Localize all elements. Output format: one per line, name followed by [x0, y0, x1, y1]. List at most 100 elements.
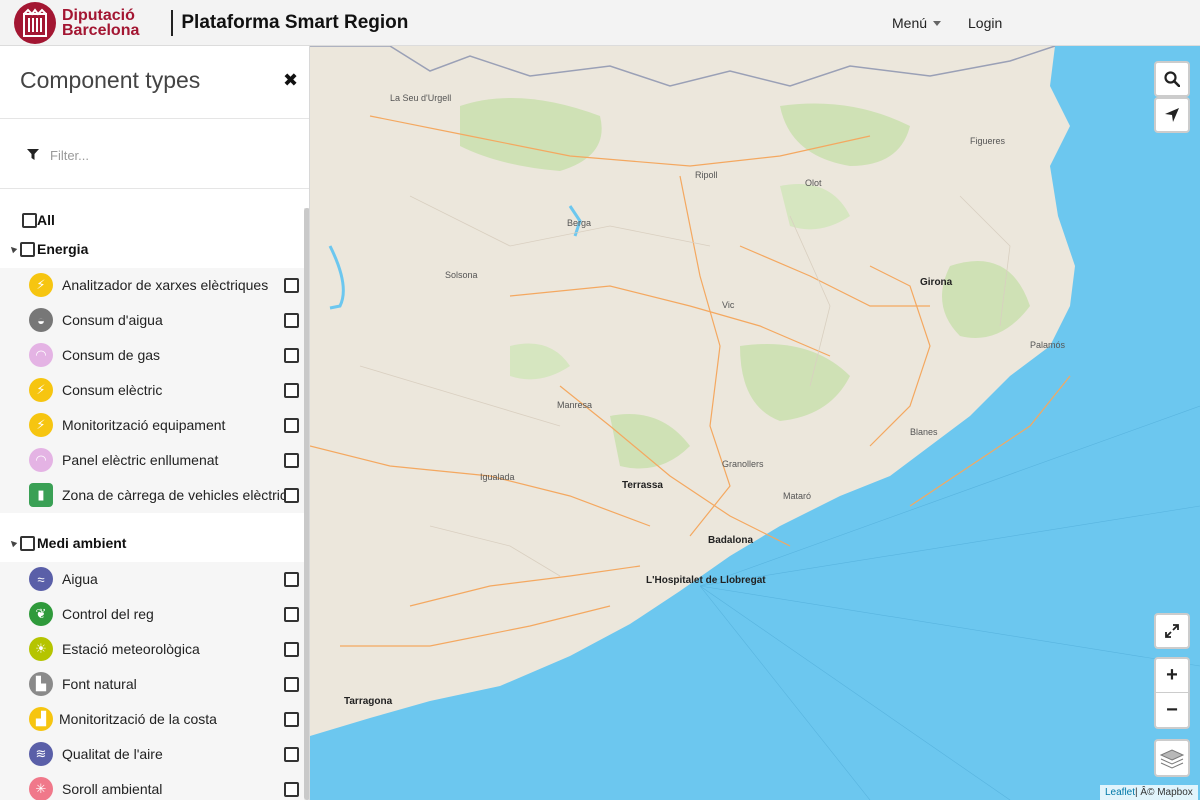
item-checkbox[interactable]	[284, 712, 299, 727]
all-label: All	[37, 212, 55, 228]
list-item[interactable]: ❦ Control del reg	[0, 597, 304, 632]
fountain-icon: ▙	[29, 672, 53, 696]
close-icon[interactable]: ✖	[283, 70, 298, 91]
leaflet-link[interactable]: Leaflet	[1105, 787, 1135, 798]
lightning-icon: ⚡	[29, 413, 53, 437]
layers-button[interactable]	[1154, 739, 1190, 777]
map-place-label: Mataró	[783, 491, 812, 501]
all-checkbox[interactable]	[22, 212, 37, 228]
diputacio-logo[interactable]: Diputació Barcelona	[14, 1, 140, 44]
map-place-label: Solsona	[445, 270, 478, 280]
sun-icon: ☀	[29, 637, 53, 661]
panel-header: Component types ✖	[0, 46, 309, 119]
map-attribution: Leaflet | Â© Mapbox	[1100, 785, 1198, 800]
lightning-icon: ⚡	[29, 273, 53, 297]
group-label: Medi ambient	[37, 535, 127, 551]
coast-icon: ▟	[29, 707, 53, 731]
zoom-out-button[interactable]: −	[1156, 693, 1188, 727]
expand-icon	[1165, 624, 1179, 638]
map-place-label: Tarragona	[344, 696, 393, 707]
item-checkbox[interactable]	[284, 747, 299, 762]
group-medi-ambient[interactable]: Medi ambient	[8, 535, 127, 551]
item-label: Panel elèctric enllumenat	[62, 452, 219, 468]
filter-icon	[27, 149, 39, 160]
menu-dropdown[interactable]: Menú	[892, 15, 942, 31]
map-place-label: Figueres	[970, 136, 1006, 146]
search-icon	[1164, 71, 1180, 87]
list-item[interactable]: ▮ Zona de càrrega de vehicles elèctrics	[0, 478, 304, 513]
map-canvas[interactable]: La Seu d'Urgell Ripoll Olot Figueres Gir…	[310, 46, 1200, 800]
group-label: Energia	[37, 241, 89, 257]
list-item[interactable]: ⚡ Consum elèctric	[0, 373, 304, 408]
group-checkbox[interactable]	[20, 241, 35, 257]
list-item[interactable]: ◒ Consum d'aigua	[0, 303, 304, 338]
logo-line-2: Barcelona	[62, 21, 140, 39]
noise-icon: ✳	[29, 777, 53, 800]
group-medi-ambient-items: ≈ Aigua ❦ Control del reg ☀ Estació mete…	[0, 562, 304, 800]
all-toggle-row[interactable]: All	[22, 212, 55, 228]
water-tap-icon: ◒	[29, 308, 53, 332]
list-item[interactable]: ◠ Consum de gas	[0, 338, 304, 373]
list-item[interactable]: ▙ Font natural	[0, 667, 304, 702]
item-label: Estació meteorològica	[62, 641, 200, 657]
collapse-triangle-icon[interactable]	[8, 244, 18, 254]
item-label: Soroll ambiental	[62, 781, 163, 797]
map-tiles	[310, 46, 1200, 800]
item-checkbox[interactable]	[284, 278, 299, 293]
filter-input[interactable]	[50, 145, 270, 165]
item-checkbox[interactable]	[284, 418, 299, 433]
item-checkbox[interactable]	[284, 488, 299, 503]
chevron-down-icon	[933, 20, 942, 26]
map-place-label: Palamós	[1030, 340, 1066, 350]
item-label: Zona de càrrega de vehicles elèctrics	[62, 487, 294, 503]
item-label: Monitorització de la costa	[59, 711, 217, 727]
map-place-label: Badalona	[708, 535, 754, 546]
list-item[interactable]: ▟ Monitorització de la costa	[0, 702, 304, 737]
collapse-triangle-icon[interactable]	[8, 538, 18, 548]
list-item[interactable]: ⚡ Analitzador de xarxes elèctriques	[0, 268, 304, 303]
charging-station-icon: ▮	[29, 483, 53, 507]
panel-title: Component types	[20, 67, 201, 93]
item-label: Monitorització equipament	[62, 417, 226, 433]
search-button[interactable]	[1154, 61, 1190, 97]
wifi-signal-icon: ◠	[29, 343, 53, 367]
item-label: Consum d'aigua	[62, 312, 163, 328]
list-item[interactable]: ≈ Aigua	[0, 562, 304, 597]
map-place-label: Ripoll	[695, 170, 718, 180]
component-types-panel: Component types ✖ All Energia ⚡ Analitza…	[0, 46, 310, 800]
map-place-label: Manresa	[557, 400, 593, 410]
item-checkbox[interactable]	[284, 453, 299, 468]
scrollbar-thumb[interactable]	[304, 208, 309, 800]
list-item[interactable]: ◠ Panel elèctric enllumenat	[0, 443, 304, 478]
map-place-label: Blanes	[910, 427, 938, 437]
map-place-label: Granollers	[722, 459, 764, 469]
list-item[interactable]: ⚡ Monitorització equipament	[0, 408, 304, 443]
group-energia-items: ⚡ Analitzador de xarxes elèctriques ◒ Co…	[0, 268, 304, 513]
login-link[interactable]: Login	[968, 15, 1002, 31]
item-checkbox[interactable]	[284, 677, 299, 692]
list-item[interactable]: ✳ Soroll ambiental	[0, 772, 304, 800]
item-checkbox[interactable]	[284, 313, 299, 328]
item-checkbox[interactable]	[284, 782, 299, 797]
item-label: Qualitat de l'aire	[62, 746, 163, 762]
item-label: Aigua	[62, 571, 98, 587]
list-item[interactable]: ☀ Estació meteorològica	[0, 632, 304, 667]
item-checkbox[interactable]	[284, 642, 299, 657]
map-place-label: Berga	[567, 218, 592, 228]
group-energia[interactable]: Energia	[8, 241, 89, 257]
item-label: Font natural	[62, 676, 137, 692]
item-label: Consum de gas	[62, 347, 161, 363]
coat-of-arms-icon	[14, 1, 56, 44]
item-checkbox[interactable]	[284, 607, 299, 622]
item-checkbox[interactable]	[284, 383, 299, 398]
item-checkbox[interactable]	[284, 572, 299, 587]
locate-button[interactable]	[1154, 97, 1190, 133]
zoom-control: + −	[1154, 657, 1190, 729]
item-checkbox[interactable]	[284, 348, 299, 363]
irrigation-icon: ❦	[29, 602, 53, 626]
group-checkbox[interactable]	[20, 535, 35, 551]
map-place-label: Igualada	[480, 472, 515, 482]
list-item[interactable]: ≋ Qualitat de l'aire	[0, 737, 304, 772]
fullscreen-button[interactable]	[1154, 613, 1190, 649]
zoom-in-button[interactable]: +	[1156, 659, 1188, 693]
